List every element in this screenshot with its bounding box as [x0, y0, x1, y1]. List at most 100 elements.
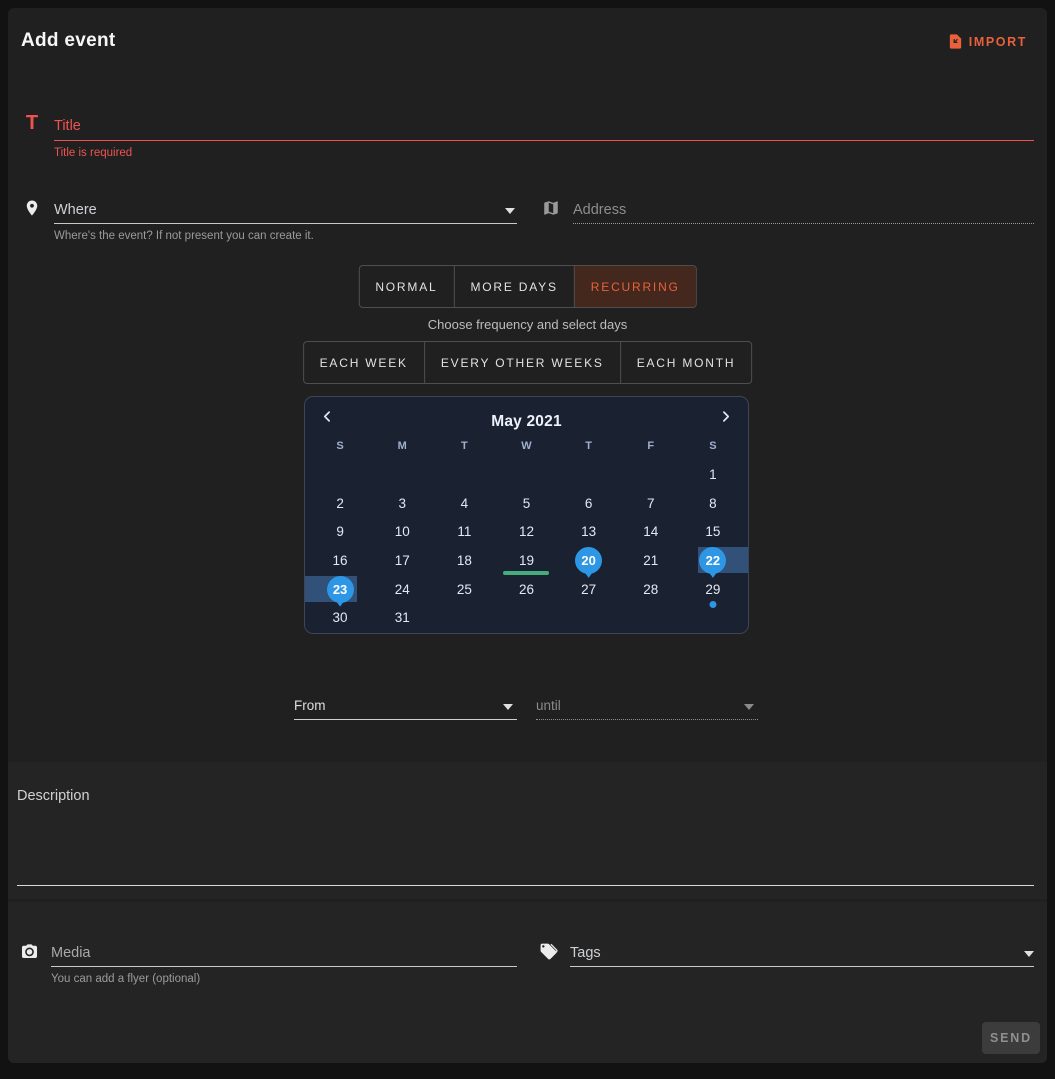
day-number: 24 — [395, 582, 410, 597]
calendar-day-1[interactable]: 1 — [682, 460, 744, 489]
import-button[interactable]: IMPORT — [947, 33, 1027, 50]
day-number: 15 — [705, 524, 720, 539]
calendar-day-20[interactable]: 20 — [558, 546, 620, 575]
calendar-day-4[interactable]: 4 — [433, 489, 495, 518]
tab-each-week[interactable]: EACH WEEK — [304, 342, 424, 383]
calendar-month-title: May 2021 — [491, 413, 562, 431]
day-number: 2 — [336, 496, 344, 511]
day-number: 8 — [709, 496, 717, 511]
media-input[interactable] — [51, 939, 517, 967]
media-tags-section: You can add a flyer (optional) — [8, 902, 1047, 1063]
chevron-down-icon[interactable] — [503, 704, 513, 710]
day-number: 21 — [643, 553, 658, 568]
day-number: 7 — [647, 496, 655, 511]
calendar-day-19[interactable]: 19 — [495, 546, 557, 575]
day-number: 25 — [457, 582, 472, 597]
calendar-day-17[interactable]: 17 — [371, 546, 433, 575]
calendar-day-31[interactable]: 31 — [371, 603, 433, 632]
calendar-day-21[interactable]: 21 — [620, 546, 682, 575]
map-icon — [540, 197, 562, 219]
calendar-day-5[interactable]: 5 — [495, 489, 557, 518]
calendar-header: May 2021 — [305, 397, 748, 431]
day-number: 11 — [457, 524, 471, 539]
location-pin-icon — [21, 197, 43, 219]
day-number: 10 — [395, 524, 410, 539]
calendar-day-24[interactable]: 24 — [371, 575, 433, 604]
text-title-icon: T — [21, 112, 43, 134]
day-number: 3 — [398, 496, 406, 511]
tab-normal[interactable]: NORMAL — [359, 266, 453, 307]
calendar-day-empty — [558, 460, 620, 489]
previous-month-button[interactable] — [319, 408, 336, 425]
day-number: 28 — [643, 582, 658, 597]
day-dot-marker — [709, 601, 716, 608]
address-input[interactable] — [573, 196, 1034, 224]
calendar-day-23[interactable]: 23 — [309, 575, 371, 604]
weekday-label: W — [495, 435, 557, 457]
weekday-label: S — [309, 435, 371, 457]
title-field: T Title is required — [21, 111, 1034, 159]
calendar-day-12[interactable]: 12 — [495, 517, 557, 546]
calendar-day-10[interactable]: 10 — [371, 517, 433, 546]
tags-select[interactable] — [570, 939, 1034, 967]
calendar-day-26[interactable]: 26 — [495, 575, 557, 604]
calendar-day-7[interactable]: 7 — [620, 489, 682, 518]
calendar-day-6[interactable]: 6 — [558, 489, 620, 518]
calendar-day-28[interactable]: 28 — [620, 575, 682, 604]
chevron-down-icon[interactable] — [1024, 951, 1034, 957]
where-field: Where's the event? If not present you ca… — [21, 196, 517, 242]
calendar-day-15[interactable]: 15 — [682, 517, 744, 546]
tab-recurring[interactable]: RECURRING — [574, 266, 696, 307]
day-number: 18 — [457, 553, 472, 568]
calendar-day-11[interactable]: 11 — [433, 517, 495, 546]
day-number: 27 — [581, 582, 596, 597]
day-number: 6 — [585, 496, 593, 511]
calendar-day-22[interactable]: 22 — [682, 546, 744, 575]
calendar-day-empty — [495, 460, 557, 489]
calendar-day-empty — [495, 603, 557, 632]
calendar-day-18[interactable]: 18 — [433, 546, 495, 575]
title-error-text: Title is required — [54, 147, 1034, 159]
send-button[interactable]: SEND — [982, 1022, 1040, 1054]
calendar-day-9[interactable]: 9 — [309, 517, 371, 546]
camera-icon — [18, 940, 40, 962]
frequency-caption: Choose frequency and select days — [8, 317, 1047, 332]
tab-more-days[interactable]: MORE DAYS — [453, 266, 573, 307]
calendar-day-8[interactable]: 8 — [682, 489, 744, 518]
calendar-day-empty — [433, 603, 495, 632]
day-number: 9 — [336, 524, 344, 539]
file-import-icon — [947, 33, 964, 50]
import-button-label: IMPORT — [969, 35, 1027, 49]
until-select[interactable] — [536, 692, 758, 720]
selected-day-balloon: 20 — [575, 547, 602, 574]
calendar-day-3[interactable]: 3 — [371, 489, 433, 518]
tags-field — [537, 939, 1034, 967]
calendar-day-2[interactable]: 2 — [309, 489, 371, 518]
frequency-tab-group: EACH WEEK EVERY OTHER WEEKS EACH MONTH — [303, 341, 753, 384]
calendar-day-16[interactable]: 16 — [309, 546, 371, 575]
next-month-button[interactable] — [717, 408, 734, 425]
calendar-day-empty — [371, 460, 433, 489]
calendar-day-27[interactable]: 27 — [558, 575, 620, 604]
tab-each-month[interactable]: EACH MONTH — [620, 342, 752, 383]
day-number: 12 — [519, 524, 534, 539]
day-number: 1 — [709, 467, 717, 482]
from-select[interactable] — [294, 692, 517, 720]
where-select[interactable] — [54, 196, 517, 224]
weekday-label: S — [682, 435, 744, 457]
calendar-weekday-row: SMTWTFS — [309, 435, 744, 457]
calendar-day-14[interactable]: 14 — [620, 517, 682, 546]
chevron-down-icon[interactable] — [505, 208, 515, 214]
description-textarea[interactable] — [17, 788, 1034, 886]
event-type-tab-group: NORMAL MORE DAYS RECURRING — [358, 265, 696, 308]
weekday-label: M — [371, 435, 433, 457]
day-number: 30 — [333, 610, 348, 625]
calendar-day-29[interactable]: 29 — [682, 575, 744, 604]
calendar-day-13[interactable]: 13 — [558, 517, 620, 546]
weekday-label: T — [558, 435, 620, 457]
calendar-day-25[interactable]: 25 — [433, 575, 495, 604]
day-number: 14 — [643, 524, 658, 539]
tab-every-other-weeks[interactable]: EVERY OTHER WEEKS — [424, 342, 620, 383]
calendar-day-30[interactable]: 30 — [309, 603, 371, 632]
title-input[interactable] — [54, 111, 1034, 141]
